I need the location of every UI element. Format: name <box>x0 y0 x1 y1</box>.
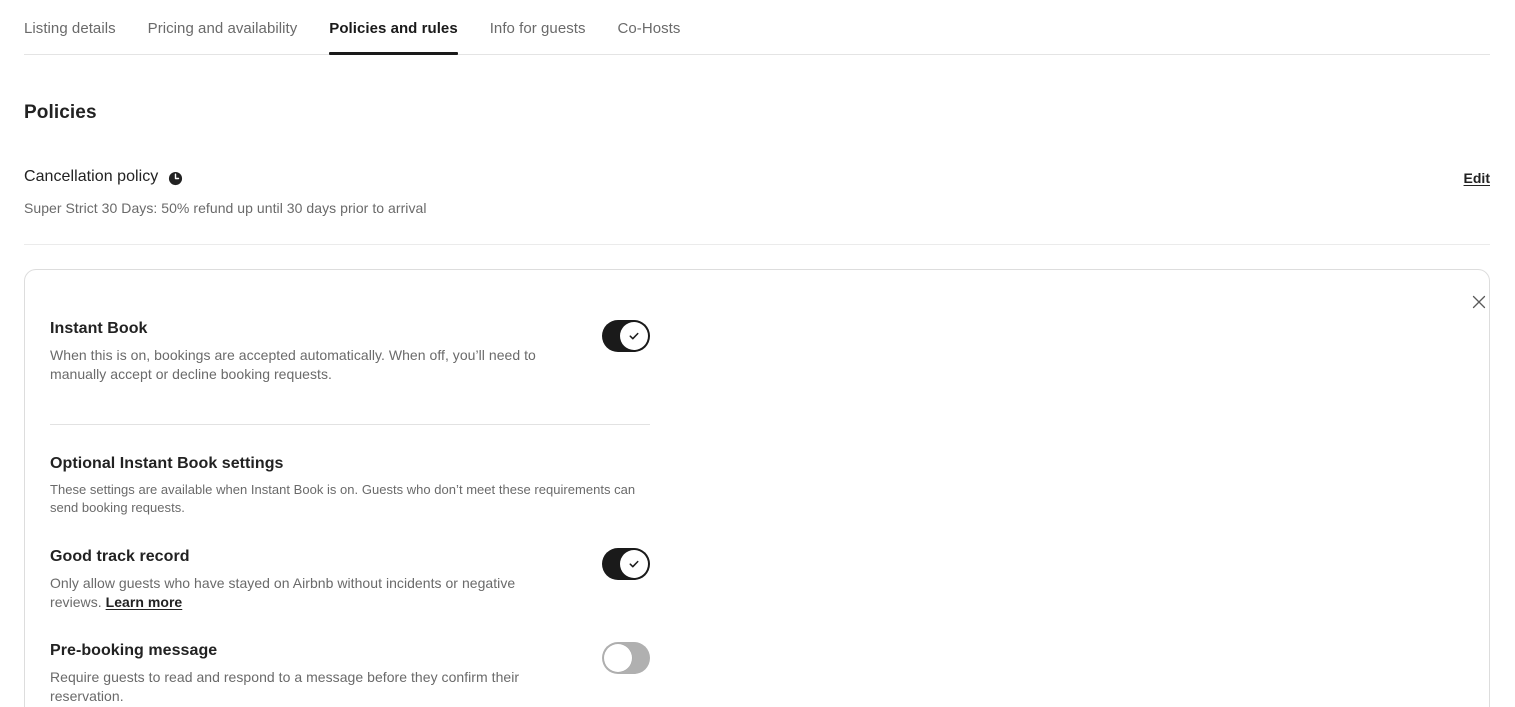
toggle-pre-booking-message[interactable] <box>602 642 650 674</box>
setting-pre-booking-message-title: Pre-booking message <box>50 642 218 659</box>
setting-good-track-record-text: Good track record Only allow guests who … <box>50 546 550 612</box>
tab-pricing-and-availability[interactable]: Pricing and availability <box>148 0 298 54</box>
setting-good-track-record-title: Good track record <box>50 548 190 565</box>
tab-policies-and-rules[interactable]: Policies and rules <box>329 0 459 55</box>
toggle-knob <box>604 644 632 672</box>
optional-instant-book-settings: Optional Instant Book settings These set… <box>50 453 650 517</box>
section-divider <box>24 244 1490 245</box>
cancellation-policy-label: Cancellation policy <box>24 168 159 185</box>
toggle-instant-book[interactable] <box>602 320 650 352</box>
setting-instant-book-description: When this is on, bookings are accepted a… <box>50 347 536 382</box>
setting-good-track-record-description: Only allow guests who have stayed on Air… <box>50 574 550 612</box>
tab-listing-details[interactable]: Listing details <box>24 0 116 54</box>
card-inner-divider <box>50 424 650 425</box>
listing-editor-page: Listing details Pricing and availability… <box>0 0 1515 707</box>
tab-info-for-guests[interactable]: Info for guests <box>490 0 586 54</box>
primary-tabs: Listing details Pricing and availability… <box>24 0 1490 55</box>
edit-cancellation-policy-link[interactable]: Edit <box>1464 169 1490 188</box>
setting-pre-booking-message-description: Require guests to read and respond to a … <box>50 669 520 704</box>
close-icon[interactable] <box>1465 288 1493 316</box>
tab-co-hosts[interactable]: Co-Hosts <box>618 0 681 54</box>
setting-instant-book: Instant Book When this is on, bookings a… <box>50 318 650 384</box>
setting-instant-book-title: Instant Book <box>50 320 148 337</box>
setting-good-track-record: Good track record Only allow guests who … <box>50 546 650 612</box>
clock-icon <box>168 171 183 186</box>
toggle-knob <box>620 322 648 350</box>
learn-more-link[interactable]: Learn more <box>106 594 183 610</box>
page-title: Policies <box>24 102 97 123</box>
setting-pre-booking-message-text: Pre-booking message Require guests to re… <box>50 640 550 706</box>
setting-instant-book-text: Instant Book When this is on, bookings a… <box>50 318 550 384</box>
optional-settings-description: These settings are available when Instan… <box>50 482 636 515</box>
setting-pre-booking-message: Pre-booking message Require guests to re… <box>50 640 650 706</box>
toggle-good-track-record[interactable] <box>602 548 650 580</box>
cancellation-policy-header: Cancellation policy <box>24 166 1490 188</box>
instant-book-card-content: Instant Book When this is on, bookings a… <box>50 318 650 706</box>
cancellation-policy-description: Super Strict 30 Days: 50% refund up unti… <box>24 200 427 216</box>
toggle-knob <box>620 550 648 578</box>
cancellation-policy-section: Cancellation policy Super Strict 30 Days… <box>24 166 1490 218</box>
optional-settings-title: Optional Instant Book settings <box>50 455 284 472</box>
